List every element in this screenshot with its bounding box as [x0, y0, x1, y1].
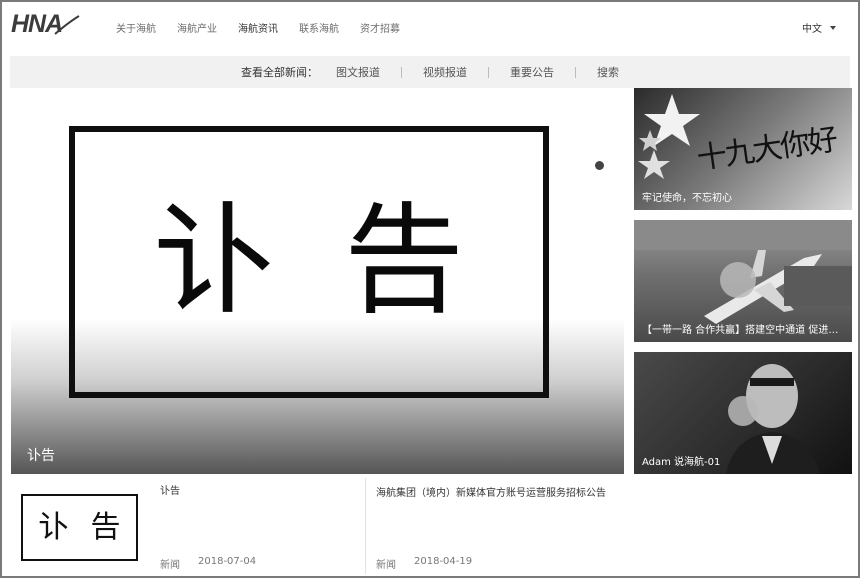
language-selector[interactable]: 中文 [802, 20, 836, 35]
side-news-card[interactable]: 十九大你好 牢记使命，不忘初心 [634, 88, 852, 210]
news-date: 2018-07-04 [198, 556, 257, 567]
nav-item-contact[interactable]: 联系海航 [299, 20, 339, 35]
decorative-circle [728, 396, 758, 426]
carousel-dot[interactable] [598, 241, 603, 246]
subnav-title: 查看全部新闻： [241, 66, 318, 79]
logo-swoosh-icon [54, 15, 80, 35]
side-news-caption: 【一带一路 合作共赢】搭建空中通道 促进民心相通 [642, 325, 844, 336]
thumbnail-char: 告 [90, 509, 121, 545]
side-news-caption: 牢记使命，不忘初心 [642, 193, 732, 204]
nav-item-industry[interactable]: 海航产业 [177, 20, 217, 35]
news-subnav: 查看全部新闻： 图文报道 视频报道 重要公告 搜索 [10, 56, 850, 88]
tab-photo-reports[interactable]: 图文报道 [336, 64, 380, 80]
obituary-card-image: 讣 告 [69, 126, 549, 398]
news-thumbnail: 讣 告 [21, 494, 138, 561]
tab-video-reports[interactable]: 视频报道 [423, 64, 467, 80]
obituary-char: 告 [344, 192, 464, 331]
divider [575, 66, 576, 78]
chevron-down-icon [830, 25, 836, 30]
main-nav: 关于海航 海航产业 海航资讯 联系海航 资才招募 [116, 20, 400, 35]
thumbnail-char: 讣 [38, 509, 69, 545]
side-news-caption: Adam 说海航-01 [642, 457, 721, 468]
tab-announcements[interactable]: 重要公告 [510, 64, 554, 80]
obituary-char: 讣 [154, 192, 274, 331]
nav-item-careers[interactable]: 资才招募 [360, 20, 400, 35]
news-list-item[interactable]: 讣 告 讣告 新闻 2018-07-04 [11, 478, 366, 574]
news-meta: 新闻 2018-04-19 [376, 556, 472, 571]
hna-logo[interactable]: HNA [11, 10, 81, 38]
nav-item-news[interactable]: 海航资讯 [238, 20, 278, 35]
news-title[interactable]: 讣告 [160, 482, 180, 502]
hero-caption[interactable]: 讣告 [27, 445, 55, 465]
carousel-dot-active[interactable] [595, 161, 604, 170]
nav-item-about[interactable]: 关于海航 [116, 20, 156, 35]
decorative-circle [720, 262, 756, 298]
top-navigation-bar: HNA 关于海航 海航产业 海航资讯 联系海航 资才招募 中文 [2, 2, 858, 54]
news-category: 新闻 [376, 560, 396, 571]
language-label: 中文 [802, 24, 822, 35]
news-title[interactable]: 海航集团（境内）新媒体官方账号运营服务招标公告 [376, 484, 616, 504]
divider [401, 66, 402, 78]
tab-search[interactable]: 搜索 [597, 64, 619, 80]
news-category: 新闻 [160, 560, 180, 571]
side-news-card[interactable]: Adam 说海航-01 [634, 352, 852, 474]
divider [488, 66, 489, 78]
news-date: 2018-04-19 [414, 556, 473, 567]
news-list-item[interactable]: 海航集团（境内）新媒体官方账号运营服务招标公告 新闻 2018-04-19 [367, 478, 617, 574]
side-news-card[interactable]: 【一带一路 合作共赢】搭建空中通道 促进民心相通 [634, 220, 852, 342]
hero-carousel[interactable]: 讣 告 讣告 [11, 88, 624, 474]
news-meta: 新闻 2018-07-04 [160, 556, 256, 571]
